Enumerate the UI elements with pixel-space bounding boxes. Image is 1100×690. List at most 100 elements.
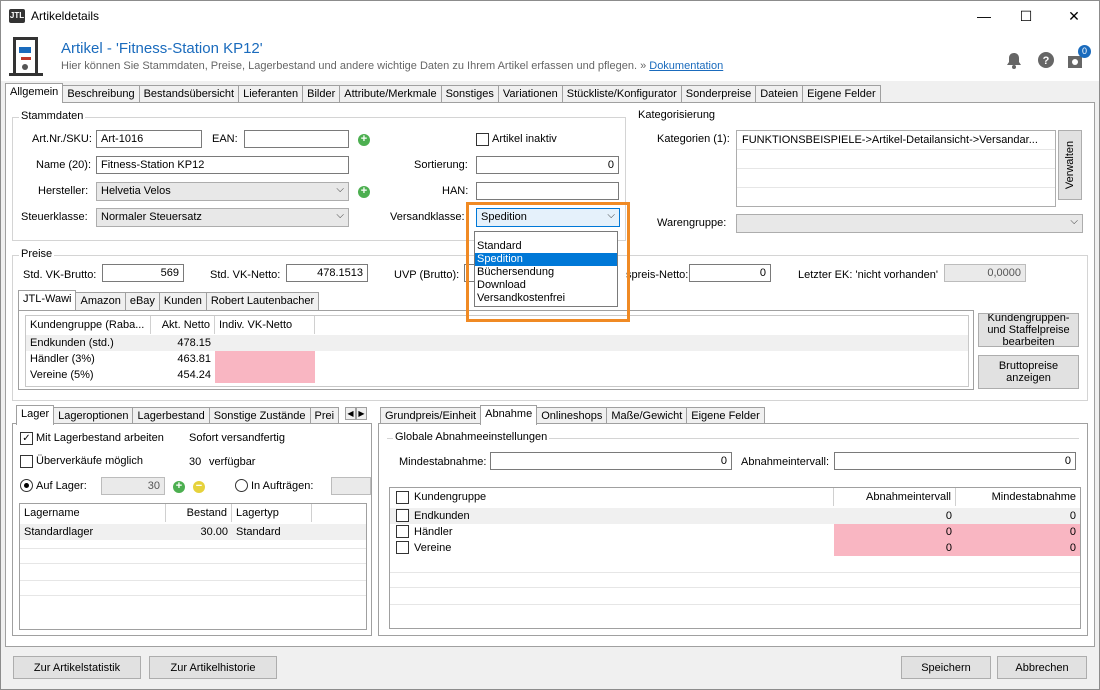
tab-lager[interactable]: Lager: [16, 405, 55, 425]
abnahmeintervall-input[interactable]: 0: [834, 452, 1076, 470]
kategorie-item[interactable]: FUNKTIONSBEISPIELE->Artikel-Detailansich…: [737, 131, 1055, 150]
tab-kunden[interactable]: Kunden: [158, 292, 207, 310]
tab-attribute[interactable]: Attribute/Merkmale: [339, 85, 442, 103]
cell-mindest[interactable]: 0: [956, 508, 1080, 524]
bruttopreise-button[interactable]: Bruttopreise anzeigen: [978, 355, 1079, 389]
remove-stock-icon[interactable]: −: [193, 481, 205, 493]
cell-intervall[interactable]: 0: [834, 540, 956, 556]
cell-indiv[interactable]: [215, 351, 315, 367]
select-all-checkbox[interactable]: [396, 491, 409, 504]
artikelstatistik-button[interactable]: Zur Artikelstatistik: [13, 656, 141, 679]
maximize-button[interactable]: ☐: [1003, 1, 1049, 31]
tab-jtl-wawi[interactable]: JTL-Wawi: [18, 290, 77, 310]
tab-abnahme[interactable]: Abnahme: [480, 405, 538, 425]
tab-sonstiges[interactable]: Sonstiges: [440, 85, 499, 103]
versand-option-download[interactable]: Download: [475, 279, 617, 292]
mit-lagerbestand-label: Mit Lagerbestand arbeiten: [36, 432, 164, 444]
table-row[interactable]: Vereine 0 0: [390, 540, 1080, 556]
vk-brutto-input[interactable]: 569: [102, 264, 184, 282]
tab-bestandsuebersicht[interactable]: Bestandsübersicht: [138, 85, 240, 103]
tab-allgemein[interactable]: Allgemein: [5, 83, 64, 103]
cell-intervall[interactable]: 0: [834, 508, 956, 524]
cell-indiv[interactable]: [215, 335, 315, 351]
tab-beschreibung[interactable]: Beschreibung: [62, 85, 140, 103]
table-row[interactable]: Vereine (5%) 454.24: [26, 367, 968, 383]
table-row[interactable]: Händler 0 0: [390, 524, 1080, 540]
versand-option-standard[interactable]: Standard: [475, 240, 617, 253]
hersteller-select[interactable]: Helvetia Velos ⌵: [96, 182, 349, 201]
cell-indiv[interactable]: [215, 367, 315, 383]
in-auftraegen-label: In Aufträgen:: [251, 480, 314, 492]
artikeldetails-window: JTL Artikeldetails — ☐ ✕ Artikel - 'Fitn…: [0, 0, 1100, 690]
mindestabnahme-input[interactable]: 0: [490, 452, 732, 470]
versand-option-spedition[interactable]: Spedition: [475, 253, 617, 266]
row-checkbox[interactable]: [396, 509, 409, 522]
ueberverkaeufe-checkbox[interactable]: [20, 455, 33, 468]
mit-lagerbestand-checkbox[interactable]: ✓: [20, 432, 33, 445]
ek-netto-label: spreis-Netto:: [626, 269, 689, 281]
ueberverkaeufe-label: Überverkäufe möglich: [36, 455, 143, 467]
tab-bilder[interactable]: Bilder: [302, 85, 341, 103]
speichern-button[interactable]: Speichern: [901, 656, 991, 679]
col-lagername[interactable]: Lagername: [20, 504, 166, 522]
minimize-button[interactable]: —: [961, 1, 1007, 31]
add-ean-icon[interactable]: +: [358, 134, 370, 146]
verwalten-button[interactable]: Verwalten: [1058, 130, 1082, 200]
cell-mindest[interactable]: 0: [956, 524, 1080, 540]
staffelpreise-button[interactable]: Kundengruppen- und Staffelpreise bearbei…: [978, 313, 1079, 347]
tab-amazon[interactable]: Amazon: [75, 292, 126, 310]
col-kundengruppe[interactable]: Kundengruppe (Raba...: [26, 316, 151, 334]
lager-grid: Lagername Bestand Lagertyp Standardlager…: [19, 503, 367, 630]
tab-dateien[interactable]: Dateien: [755, 85, 804, 103]
table-row[interactable]: Endkunden 0 0: [390, 508, 1080, 524]
col-mindestabnahme[interactable]: Mindestabnahme: [956, 488, 1080, 506]
tab-stueckliste[interactable]: Stückliste/Konfigurator: [561, 85, 682, 103]
table-row[interactable]: Standardlager 30.00 Standard: [20, 524, 366, 540]
steuerklasse-label: Steuerklasse:: [21, 211, 88, 223]
name-input[interactable]: Fitness-Station KP12: [96, 156, 349, 174]
col-abnahmeintervall[interactable]: Abnahmeintervall: [834, 488, 956, 506]
sortierung-input[interactable]: 0: [476, 156, 619, 174]
versandklasse-select[interactable]: Spedition ⌵: [476, 208, 620, 227]
steuerklasse-select[interactable]: Normaler Steuersatz ⌵: [96, 208, 349, 227]
bell-icon[interactable]: [1005, 51, 1023, 69]
tab-eigene-felder[interactable]: Eigene Felder: [802, 85, 881, 103]
cell-mindest[interactable]: 0: [956, 540, 1080, 556]
close-button[interactable]: ✕: [1051, 1, 1097, 31]
warengruppe-select[interactable]: ⌵: [736, 214, 1083, 233]
in-auftraegen-radio[interactable]: [235, 479, 248, 492]
col-indiv-vk[interactable]: Indiv. VK-Netto: [215, 316, 315, 334]
artikelhistorie-button[interactable]: Zur Artikelhistorie: [149, 656, 277, 679]
tab-scroll-right-icon[interactable]: ▶: [356, 407, 367, 420]
add-stock-icon[interactable]: +: [173, 481, 185, 493]
table-row[interactable]: Händler (3%) 463.81: [26, 351, 968, 367]
help-icon[interactable]: ?: [1037, 51, 1055, 69]
auf-lager-radio[interactable]: [20, 479, 33, 492]
col-kundengruppe[interactable]: Kundengruppe: [410, 488, 834, 506]
col-lagertyp[interactable]: Lagertyp: [232, 504, 312, 522]
tab-lieferanten[interactable]: Lieferanten: [238, 85, 304, 103]
cell-intervall[interactable]: 0: [834, 524, 956, 540]
col-bestand[interactable]: Bestand: [166, 504, 232, 522]
vk-netto-input[interactable]: 478.1513: [286, 264, 368, 282]
add-hersteller-icon[interactable]: +: [358, 186, 370, 198]
row-checkbox[interactable]: [396, 541, 409, 554]
tab-scroll-left-icon[interactable]: ◀: [345, 407, 356, 420]
versand-option-versandkostenfrei[interactable]: Versandkostenfrei: [475, 292, 617, 305]
abbrechen-button[interactable]: Abbrechen: [997, 656, 1087, 679]
row-checkbox[interactable]: [396, 525, 409, 538]
tab-variationen[interactable]: Variationen: [497, 85, 563, 103]
table-row[interactable]: Endkunden (std.) 478.15: [26, 335, 968, 351]
tab-ebay[interactable]: eBay: [124, 292, 160, 310]
artikel-inaktiv-checkbox[interactable]: [476, 133, 489, 146]
versand-option-buechersendung[interactable]: Büchersendung: [475, 266, 617, 279]
kategorien-list[interactable]: FUNKTIONSBEISPIELE->Artikel-Detailansich…: [736, 130, 1056, 207]
ean-input[interactable]: [244, 130, 349, 148]
documentation-link[interactable]: Dokumentation: [649, 60, 723, 72]
tab-sonderpreise[interactable]: Sonderpreise: [680, 85, 757, 103]
tab-robert-lautenbacher[interactable]: Robert Lautenbacher: [205, 292, 320, 310]
ek-netto-input[interactable]: 0: [689, 264, 771, 282]
col-akt-netto[interactable]: Akt. Netto: [151, 316, 215, 334]
han-input[interactable]: [476, 182, 619, 200]
artnr-input[interactable]: Art-1016: [96, 130, 202, 148]
